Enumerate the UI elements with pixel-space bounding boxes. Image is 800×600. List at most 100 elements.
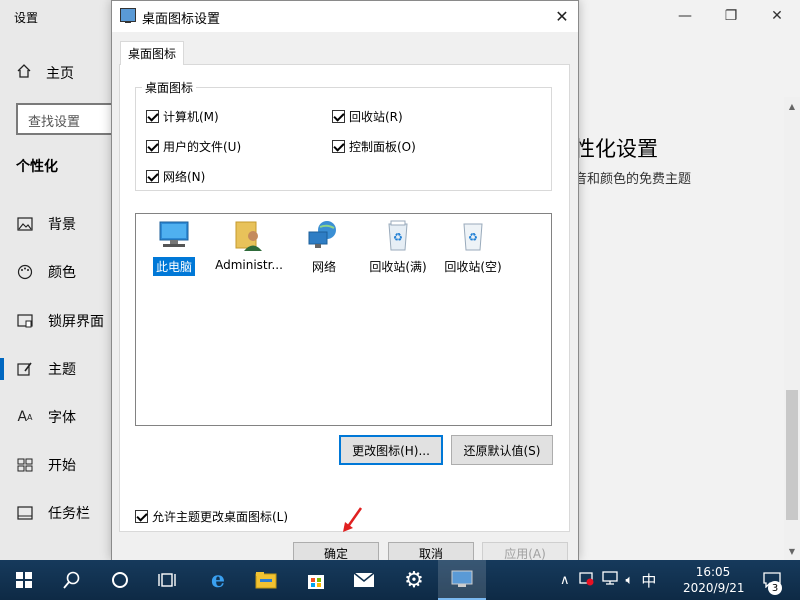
icon-label: 回收站(空) [444,260,502,274]
nav-item-lock-screen[interactable]: 锁屏界面 [16,309,104,333]
close-icon[interactable]: ✕ [754,0,800,32]
dialog-close-icon[interactable]: ✕ [546,1,578,32]
nav-home[interactable]: 主页 [16,63,74,83]
tab-desktop-icons[interactable]: 桌面图标 [120,41,184,65]
nav-home-label: 主页 [46,66,74,82]
checkbox-label: 允许主题更改桌面图标(L) [152,510,289,524]
dialog-title: 桌面图标设置 [142,12,221,27]
dialog-titlebar[interactable]: 桌面图标设置 ✕ [112,1,578,32]
icon-item-recycle-empty[interactable]: ♻ 回收站(空) [437,218,509,276]
section-label: 个性化 [16,159,58,175]
recycle-bin-empty-icon: ♻ [456,218,490,252]
checkbox-control-panel[interactable]: 控制面板(O) [332,138,416,155]
checkbox-box[interactable] [146,170,159,183]
checkbox-network[interactable]: 网络(N) [146,168,205,185]
edge-browser-icon[interactable]: e [194,560,242,600]
icon-label: Administr... [215,258,283,272]
nav-item-label: 开始 [48,458,76,474]
window-controls: — ❐ ✕ [662,0,800,32]
desktop-icon-settings-dialog: 桌面图标设置 ✕ 桌面图标 桌面图标 计算机(M) 回收站(R) 用户的文件(U… [111,0,579,564]
clock-date: 2020/9/21 [683,581,745,595]
icon-label: 此电脑 [152,257,195,276]
windows-logo-icon [16,572,32,588]
start-icon [16,456,34,474]
nav-item-background[interactable]: 背景 [16,212,76,236]
mail-icon[interactable] [340,560,388,600]
clock[interactable]: 16:05 2020/9/21 [683,564,745,596]
search-icon[interactable] [48,560,96,600]
minimize-icon[interactable]: — [662,0,708,32]
restore-default-button[interactable]: 还原默认值(S) [451,435,553,465]
recycle-bin-full-icon: ♻ [381,218,415,252]
svg-text:♻: ♻ [393,231,403,244]
user-folder-icon [232,218,266,252]
checkbox-label: 计算机(M) [163,110,219,124]
checkbox-box[interactable] [146,140,159,153]
settings-gear-icon[interactable]: ⚙ [390,560,438,600]
icon-item-recycle-full[interactable]: ♻ 回收站(满) [362,218,434,276]
page-subtext: 音和颜色的免费主题 [574,172,692,187]
desktop-icon-settings-taskbar-icon[interactable] [438,560,486,600]
checkbox-label: 网络(N) [163,170,206,184]
chevron-up-icon[interactable]: ∧ [560,573,570,588]
picture-icon [16,215,34,233]
clock-time: 16:05 [695,565,731,579]
computer-icon [157,218,191,252]
nav-active-indicator [0,358,4,380]
nav-item-label: 字体 [48,410,76,426]
svg-text:♻: ♻ [468,231,478,244]
checkbox-box[interactable] [332,110,345,123]
taskbar-icon [16,504,34,522]
nav-item-label: 任务栏 [48,506,90,522]
desktop-icons-group: 桌面图标 计算机(M) 回收站(R) 用户的文件(U) 控制面板(O) 网络(N… [135,79,552,191]
ime-indicator[interactable]: 中 [641,570,656,591]
volume-icon[interactable]: 🔈︎ [626,573,634,588]
nav-item-start[interactable]: 开始 [16,453,76,477]
taskbar: e ⚙ ∧ 🔈︎ 中 16:05 2020/9/21 3 [0,560,800,600]
cortana-icon[interactable] [96,560,144,600]
file-explorer-icon[interactable] [242,560,290,600]
checkbox-computer[interactable]: 计算机(M) [146,108,219,125]
restore-icon[interactable]: ❐ [708,0,754,32]
icon-label: 网络 [311,260,336,274]
nav-item-label: 背景 [48,217,76,233]
icon-list[interactable]: 此电脑 Administr... 网络 ♻ 回收站(满) ♻ 回收站(空) [135,213,552,426]
icon-item-user-files[interactable]: Administr... [213,218,285,273]
group-label: 桌面图标 [142,79,197,96]
checkbox-user-files[interactable]: 用户的文件(U) [146,138,241,155]
dialog-body: 桌面图标 桌面图标 计算机(M) 回收站(R) 用户的文件(U) 控制面板(O)… [112,32,578,564]
settings-title: 设置 [14,11,39,25]
page-heading: 性化设置 [574,137,658,161]
monitor-icon [120,8,136,23]
checkbox-label: 控制面板(O) [349,140,416,154]
icon-item-network[interactable]: 网络 [288,218,360,276]
change-icon-button[interactable]: 更改图标(H)... [339,435,443,465]
scroll-down-icon[interactable]: ▼ [784,543,800,559]
tab-panel: 桌面图标 计算机(M) 回收站(R) 用户的文件(U) 控制面板(O) 网络(N… [119,64,570,532]
checkbox-box[interactable] [135,510,148,523]
checkbox-label: 用户的文件(U) [163,140,242,154]
nav-item-colors[interactable]: 颜色 [16,260,76,284]
checkbox-box[interactable] [146,110,159,123]
nav-item-taskbar[interactable]: 任务栏 [16,501,90,525]
security-alert-icon[interactable] [578,570,594,590]
checkbox-allow-themes[interactable]: 允许主题更改桌面图标(L) [135,508,288,525]
task-view-icon[interactable] [144,560,192,600]
nav-item-fonts[interactable]: AA 字体 [16,405,76,429]
start-button[interactable] [0,560,48,600]
annotation-arrow-icon [343,507,363,532]
icon-item-this-pc[interactable]: 此电脑 [138,218,210,276]
network-tray-icon[interactable] [601,570,618,590]
checkbox-label: 回收站(R) [349,110,403,124]
nav-item-themes[interactable]: 主题 [16,357,76,381]
palette-icon [16,263,34,281]
scroll-thumb[interactable] [786,390,798,520]
checkbox-recycle-bin[interactable]: 回收站(R) [332,108,403,125]
checkbox-box[interactable] [332,140,345,153]
notification-badge: 3 [768,581,782,595]
network-icon [307,218,341,252]
scroll-up-icon[interactable]: ▲ [784,98,800,114]
system-tray: ∧ 🔈︎ 中 [560,560,656,600]
icon-label: 回收站(满) [369,260,427,274]
store-icon[interactable] [292,560,340,600]
